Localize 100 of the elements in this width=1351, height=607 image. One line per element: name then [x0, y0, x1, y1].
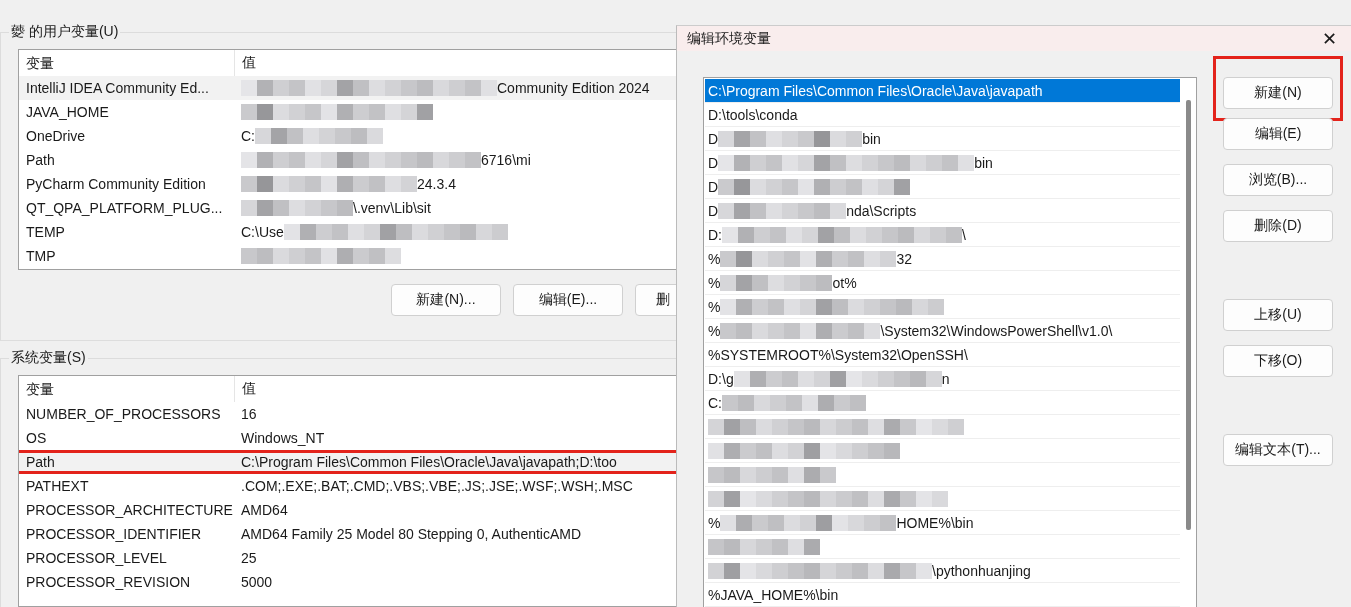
- variable-name: TEMP: [25, 223, 66, 240]
- variable-row[interactable]: PROCESSOR_LEVEL 25: [19, 546, 676, 570]
- path-entry[interactable]: D: [705, 175, 1180, 199]
- variable-name: TMP: [25, 247, 57, 264]
- path-text: %: [708, 274, 721, 291]
- path-entry[interactable]: C:: [705, 391, 1180, 415]
- window-title: 编辑环境变量: [687, 29, 771, 48]
- variable-row[interactable]: JAVA_HOME: [19, 99, 676, 124]
- column-header[interactable]: 变量: [19, 49, 235, 76]
- variable-row[interactable]: PROCESSOR_ARCHITECTURE AMD64: [19, 498, 676, 522]
- dialog-button[interactable]: 上移(U): [1223, 299, 1333, 331]
- path-text: nda\Scripts: [846, 202, 917, 219]
- path-entry[interactable]: D: \: [705, 223, 1180, 247]
- path-text: D: [708, 202, 719, 219]
- variable-name: QT_QPA_PLATFORM_PLUG...: [25, 199, 224, 216]
- variable-row[interactable]: Path C:\Program Files\Common Files\Oracle\Java\javapath;D:\too: [19, 450, 676, 474]
- path-text: n: [941, 370, 950, 387]
- variable-value: \.venv\Lib\sit: [353, 199, 431, 216]
- path-entry[interactable]: %JAVA_HOME%\bin: [705, 583, 1180, 607]
- path-text: D: [708, 154, 719, 171]
- variable-row[interactable]: OS Windows_NT: [19, 426, 676, 450]
- variable-row[interactable]: QT_QPA_PLATFORM_PLUG... \.venv\Lib\sit: [19, 195, 676, 220]
- path-entry[interactable]: D bin: [705, 127, 1180, 151]
- path-text: %JAVA_HOME%\bin: [708, 586, 839, 603]
- path-text: %: [708, 322, 721, 339]
- column-header[interactable]: 值: [235, 53, 256, 72]
- path-text: bin: [974, 154, 993, 171]
- variable-row[interactable]: PROCESSOR_REVISION 5000: [19, 570, 676, 594]
- path-text: HOME%\bin: [896, 514, 974, 531]
- variable-row[interactable]: PROCESSOR_IDENTIFIER AMD64 Family 25 Model 80 Stepping 0, AuthenticAMD: [19, 522, 676, 546]
- variable-name: PROCESSOR_LEVEL: [25, 550, 168, 566]
- column-header[interactable]: 值: [235, 380, 256, 398]
- path-entry[interactable]: C:\Program Files\Common Files\Oracle\Java\javapath: [705, 79, 1180, 103]
- variable-value: AMD64: [241, 502, 288, 518]
- variable-name: PROCESSOR_REVISION: [25, 574, 192, 590]
- path-text: \pythonhuanjing: [932, 562, 1031, 579]
- variable-value: 16: [241, 406, 257, 422]
- column-header[interactable]: 变量: [19, 376, 235, 402]
- path-entry[interactable]: % \System32\WindowsPowerShell\v1.0\: [705, 319, 1180, 343]
- variable-name: JAVA_HOME: [25, 103, 110, 120]
- scrollbar-thumb[interactable]: [1185, 100, 1191, 530]
- path-text: \: [962, 226, 966, 243]
- variable-row[interactable]: Path 6716\mi: [19, 147, 676, 172]
- variable-name: OS: [25, 430, 48, 446]
- dialog-button[interactable]: 新建(N)...: [391, 283, 501, 316]
- variable-row[interactable]: IntelliJ IDEA Community Ed... Community Edition 2024: [19, 75, 676, 100]
- dialog-button[interactable]: 删除(D): [1223, 210, 1333, 242]
- path-entry[interactable]: D bin: [705, 151, 1180, 175]
- variable-value: Community Edition 2024: [497, 79, 650, 96]
- path-text: %: [708, 514, 721, 531]
- path-entry[interactable]: D nda\Scripts: [705, 199, 1180, 223]
- variable-row[interactable]: NUMBER_OF_PROCESSORS 16: [19, 402, 676, 426]
- variable-value: C:: [241, 127, 255, 144]
- variable-value: AMD64 Family 25 Model 80 Stepping 0, AuthenticAMD: [241, 526, 582, 542]
- close-button[interactable]: ✕: [1321, 27, 1337, 50]
- variable-value: C:\Use: [241, 223, 284, 240]
- path-text: %: [708, 250, 721, 267]
- variable-value: Windows_NT: [241, 430, 325, 446]
- dialog-button[interactable]: 下移(O): [1223, 345, 1333, 377]
- dialog-button[interactable]: 新建(N): [1223, 77, 1333, 109]
- variable-name: NUMBER_OF_PROCESSORS: [25, 406, 222, 422]
- variable-value: 24.3.4: [417, 175, 456, 192]
- path-text: \System32\WindowsPowerShell\v1.0\: [880, 322, 1113, 339]
- path-text: D:\tools\conda: [708, 106, 798, 123]
- variable-name: PROCESSOR_ARCHITECTURE: [25, 502, 234, 518]
- variable-value: 6716\mi: [481, 151, 531, 168]
- variable-row[interactable]: TMP: [19, 243, 676, 268]
- path-entry[interactable]: % HOME%\bin: [705, 511, 1180, 535]
- variable-row[interactable]: TEMP C:\Use: [19, 219, 676, 244]
- dialog-button[interactable]: 编辑(E)...: [513, 283, 623, 316]
- path-entry[interactable]: %: [705, 295, 1180, 319]
- dialog-button[interactable]: 浏览(B)...: [1223, 164, 1333, 196]
- path-entry[interactable]: \pythonhuanjing: [705, 559, 1180, 583]
- variable-value: .COM;.EXE;.BAT;.CMD;.VBS;.VBE;.JS;.JSE;.WSF;.WSH;.MSC: [241, 478, 633, 494]
- path-entry[interactable]: % 32: [705, 247, 1180, 271]
- variable-row[interactable]: PyCharm Community Edition 24.3.4: [19, 171, 676, 196]
- path-text: D:\g: [708, 370, 734, 387]
- dialog-button[interactable]: 编辑文本(T)...: [1223, 434, 1333, 466]
- variable-name: PATHEXT: [25, 478, 90, 494]
- path-text: %: [708, 298, 721, 315]
- path-text: C:: [708, 394, 722, 411]
- variable-name: PyCharm Community Edition: [25, 175, 207, 192]
- path-text: D: [708, 178, 719, 195]
- path-entry[interactable]: %SYSTEMROOT%\System32\OpenSSH\: [705, 343, 1180, 367]
- dialog-button[interactable]: 编辑(E): [1223, 118, 1333, 150]
- path-entry[interactable]: D:\tools\conda: [705, 103, 1180, 127]
- variable-name: IntelliJ IDEA Community Ed...: [25, 79, 210, 96]
- path-text: D: [708, 130, 719, 147]
- path-entry[interactable]: D:\g n: [705, 367, 1180, 391]
- dialog-button[interactable]: 删: [635, 283, 676, 316]
- variable-row[interactable]: OneDrive C:: [19, 123, 676, 148]
- variable-name: Path: [25, 151, 56, 168]
- path-text: bin: [862, 130, 881, 147]
- group-title: 䕫 的用户变量(U): [9, 22, 121, 41]
- variable-name: PROCESSOR_IDENTIFIER: [25, 526, 203, 542]
- group-title: 系统变量(S): [9, 349, 88, 367]
- path-text: ot%: [832, 274, 857, 291]
- path-entry[interactable]: % ot%: [705, 271, 1180, 295]
- variable-name: OneDrive: [25, 127, 87, 144]
- variable-row[interactable]: PATHEXT .COM;.EXE;.BAT;.CMD;.VBS;.VBE;.JS;.JSE;.WSF;.WSH;.MSC: [19, 474, 676, 498]
